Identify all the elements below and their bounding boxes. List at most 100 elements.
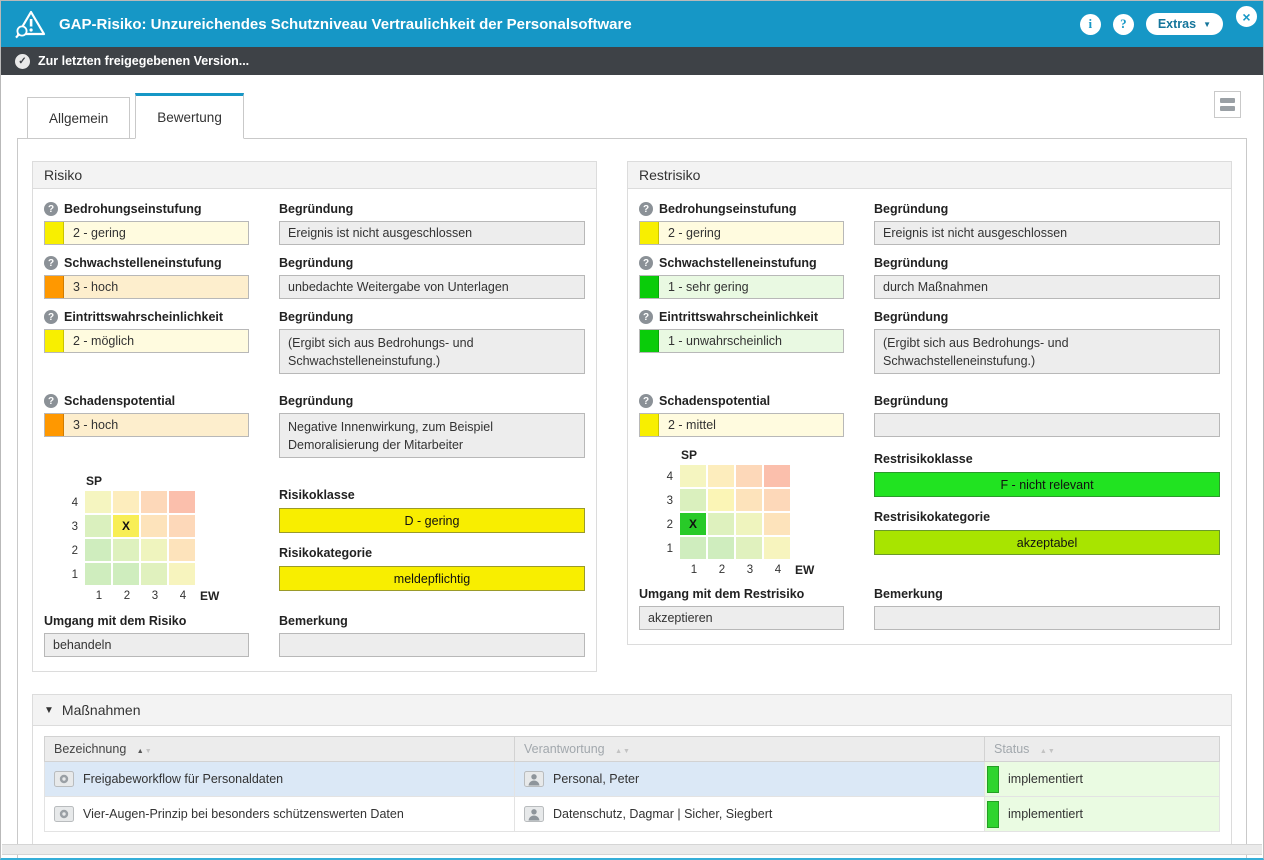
table-row[interactable]: Freigabeworkflow für Personaldaten Perso… xyxy=(45,762,1220,797)
matrix-cell[interactable] xyxy=(169,515,195,537)
reason-field[interactable]: Ereignis ist nicht ausgeschlossen xyxy=(874,221,1220,245)
matrix-cell[interactable] xyxy=(708,489,734,511)
rating-value: 2 - gering xyxy=(64,224,135,242)
question-icon[interactable]: ? xyxy=(639,310,653,324)
matrix-cell[interactable] xyxy=(169,491,195,513)
tab-bewertung[interactable]: Bewertung xyxy=(135,93,244,139)
matrix-cell[interactable] xyxy=(113,491,139,513)
massnahmen-table: Bezeichnung ▲▼ Verantwortung ▲▼ Status ▲… xyxy=(44,736,1220,832)
rating-color-swatch xyxy=(640,222,659,244)
matrix-cell[interactable] xyxy=(113,539,139,561)
schwachstelle-rating-field[interactable]: 3 - hoch xyxy=(44,275,249,299)
matrix-col-label: 4 xyxy=(169,590,197,602)
matrix-marker-cell[interactable]: X xyxy=(113,515,139,537)
version-link[interactable]: ✓ Zur letzten freigegebenen Version... xyxy=(1,47,1263,75)
matrix-cell[interactable] xyxy=(764,513,790,535)
matrix-cell[interactable] xyxy=(141,563,167,585)
reason-field[interactable]: Negative Innenwirkung, zum Beispiel Demo… xyxy=(279,413,585,458)
reason-field[interactable]: Ereignis ist nicht ausgeschlossen xyxy=(279,221,585,245)
column-header-bezeichnung[interactable]: Bezeichnung ▲▼ xyxy=(45,737,515,762)
matrix-cell[interactable] xyxy=(680,465,706,487)
rest-eintritt-rating-field[interactable]: 1 - unwahrscheinlich xyxy=(639,329,844,353)
matrix-cell[interactable] xyxy=(708,537,734,559)
question-icon[interactable]: ? xyxy=(44,256,58,270)
question-icon[interactable]: ? xyxy=(44,202,58,216)
reason-field[interactable] xyxy=(874,413,1220,437)
field-row: ? Schadenspotential 3 - hoch Begründung … xyxy=(44,385,585,458)
matrix-cell[interactable] xyxy=(85,491,111,513)
layout-toggle-button[interactable] xyxy=(1214,91,1241,118)
layout-bar-icon xyxy=(1220,98,1235,103)
matrix-cell[interactable] xyxy=(764,489,790,511)
field-label: ? Bedrohungseinstufung xyxy=(44,202,249,216)
rest-schwachstelle-rating-field[interactable]: 1 - sehr gering xyxy=(639,275,844,299)
matrix-col-label: 1 xyxy=(85,590,113,602)
matrix-cell[interactable] xyxy=(708,465,734,487)
reason-label: Begründung xyxy=(279,394,585,408)
bemerkung-field[interactable] xyxy=(279,633,585,657)
reason-field[interactable]: unbedachte Weitergabe von Unterlagen xyxy=(279,275,585,299)
risiko-panel: Risiko ? Bedrohungseinstufung 2 - gering xyxy=(32,161,597,672)
question-icon[interactable]: ? xyxy=(44,394,58,408)
matrix-cell[interactable] xyxy=(141,539,167,561)
massnahmen-collapse-header[interactable]: ▼ Maßnahmen xyxy=(33,695,1231,726)
close-icon[interactable]: × xyxy=(1234,4,1259,29)
reason-label: Begründung xyxy=(874,310,1220,324)
question-icon[interactable]: ? xyxy=(44,310,58,324)
reason-field[interactable]: (Ergibt sich aus Bedrohungs- und Schwach… xyxy=(874,329,1220,374)
field-row: ? Schwachstelleneinstufung 3 - hoch Begr… xyxy=(44,256,585,299)
restrisiko-panel: Restrisiko ? Bedrohungseinstufung 2 - ge… xyxy=(627,161,1232,645)
matrix-row-label: 4 xyxy=(659,471,673,483)
rest-umgang-field[interactable]: akzeptieren xyxy=(639,606,844,630)
matrix-cell[interactable] xyxy=(141,491,167,513)
column-header-verantwortung[interactable]: Verantwortung ▲▼ xyxy=(515,737,985,762)
matrix-cell[interactable] xyxy=(169,563,195,585)
restrisikoklasse-label: Restrisikoklasse xyxy=(874,452,1220,466)
umgang-field[interactable]: behandeln xyxy=(44,633,249,657)
matrix-col-label: 4 xyxy=(764,564,792,576)
matrix-cell[interactable] xyxy=(736,465,762,487)
risikoklasse-label: Risikoklasse xyxy=(279,488,585,502)
table-row[interactable]: Vier-Augen-Prinzip bei besonders schütze… xyxy=(45,797,1220,832)
matrix-cell[interactable] xyxy=(85,563,111,585)
matrix-col-label: 2 xyxy=(113,590,141,602)
matrix-marker-cell[interactable]: X xyxy=(680,513,706,535)
question-icon[interactable]: ? xyxy=(639,256,653,270)
reason-label: Begründung xyxy=(279,202,585,216)
matrix-cell[interactable] xyxy=(736,537,762,559)
tab-allgemein[interactable]: Allgemein xyxy=(27,97,130,139)
rest-bemerkung-field[interactable] xyxy=(874,606,1220,630)
reason-field[interactable]: durch Maßnahmen xyxy=(874,275,1220,299)
bedrohung-rating-field[interactable]: 2 - gering xyxy=(44,221,249,245)
matrix-cell[interactable] xyxy=(169,539,195,561)
rest-bedrohung-rating-field[interactable]: 2 - gering xyxy=(639,221,844,245)
collapse-icon: ▼ xyxy=(44,705,54,716)
sort-icon: ▲▼ xyxy=(615,748,631,755)
schadenspotential-rating-field[interactable]: 3 - hoch xyxy=(44,413,249,437)
matrix-cell[interactable] xyxy=(85,539,111,561)
rating-value: 2 - mittel xyxy=(659,416,725,434)
matrix-cell[interactable] xyxy=(764,465,790,487)
field-label-text: Eintrittswahrscheinlichkeit xyxy=(659,310,818,324)
matrix-cell[interactable] xyxy=(113,563,139,585)
bottom-scrollbar[interactable] xyxy=(2,844,1262,855)
matrix-cell[interactable] xyxy=(680,537,706,559)
question-icon[interactable]: ? xyxy=(639,202,653,216)
matrix-cell[interactable] xyxy=(680,489,706,511)
matrix-cell[interactable] xyxy=(736,489,762,511)
matrix-sp-label: SP xyxy=(681,448,844,462)
question-icon[interactable]: ? xyxy=(639,394,653,408)
matrix-cell[interactable] xyxy=(764,537,790,559)
extras-button[interactable]: Extras ▼ xyxy=(1146,13,1223,35)
reason-field[interactable]: (Ergibt sich aus Bedrohungs- und Schwach… xyxy=(279,329,585,374)
eintritt-rating-field[interactable]: 2 - möglich xyxy=(44,329,249,353)
rest-schadenspotential-rating-field[interactable]: 2 - mittel xyxy=(639,413,844,437)
help-icon[interactable]: ? xyxy=(1113,14,1134,35)
matrix-cell[interactable] xyxy=(736,513,762,535)
status-badge: implementiert xyxy=(1008,772,1083,786)
column-header-status[interactable]: Status ▲▼ xyxy=(985,737,1220,762)
matrix-cell[interactable] xyxy=(708,513,734,535)
matrix-cell[interactable] xyxy=(141,515,167,537)
matrix-cell[interactable] xyxy=(85,515,111,537)
info-icon[interactable]: i xyxy=(1080,14,1101,35)
